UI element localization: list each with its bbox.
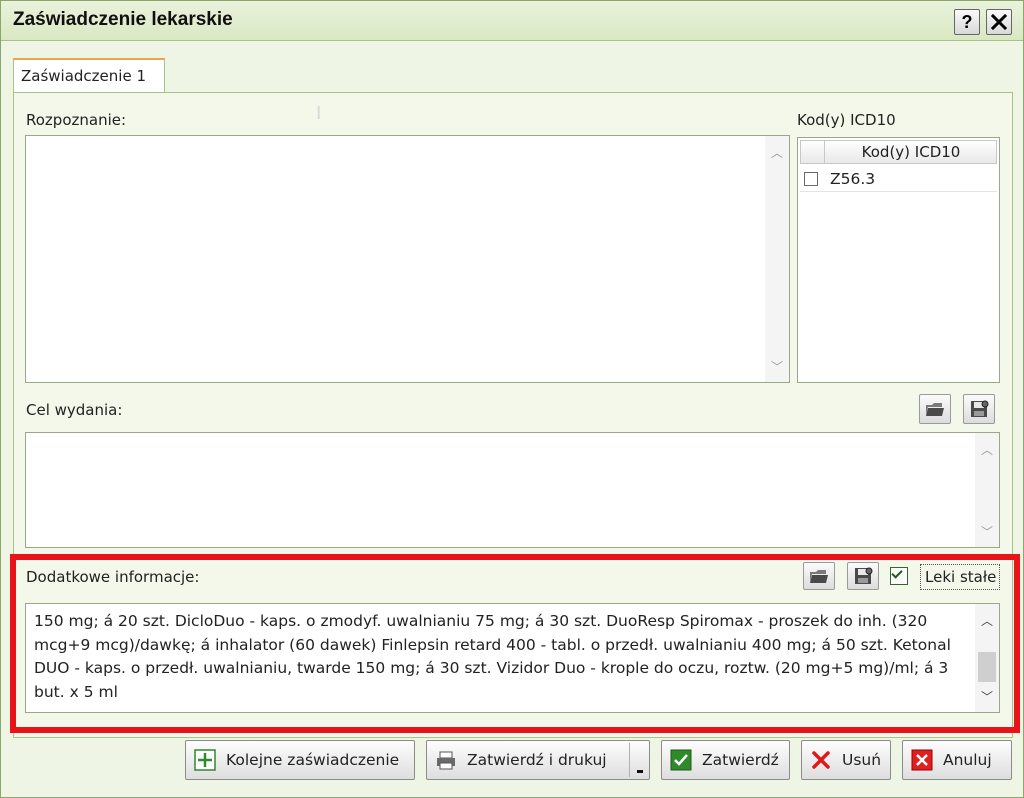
dodatkowe-scrollbar[interactable]: ︿ ﹀ — [975, 604, 999, 712]
text-cursor-icon: I — [316, 103, 322, 124]
dodatkowe-informacje-label: Dodatkowe informacje: — [26, 568, 200, 586]
close-icon — [991, 14, 1007, 30]
help-button[interactable]: ? — [954, 9, 980, 35]
icd10-grid-header: Kod(y) ICD10 — [800, 140, 997, 164]
rozpoznanie-label: Rozpoznanie: — [26, 111, 127, 129]
red-x-icon — [810, 749, 832, 771]
leki-stale-label[interactable]: Leki stałe — [920, 564, 1000, 590]
chevron-down-icon — [637, 770, 643, 773]
tab-zaswiadczenie-1[interactable]: Zaświadczenie 1 — [13, 58, 165, 93]
table-row[interactable]: Z56.3 — [800, 168, 997, 192]
cel-wydania-textarea[interactable]: ︿ ﹀ — [25, 432, 1000, 548]
scroll-up-icon[interactable]: ︿ — [765, 144, 789, 164]
save-icon — [971, 400, 989, 417]
folder-open-icon — [926, 403, 944, 416]
icd10-column-header[interactable]: Kod(y) ICD10 — [825, 143, 997, 161]
dodatkowe-informacje-textarea[interactable]: 150 mg; á 20 szt. DicloDuo - kaps. o zmo… — [25, 603, 1000, 713]
title-bar[interactable]: Zaświadczenie lekarskie ? — [1, 1, 1023, 41]
header-check-cell — [801, 141, 825, 163]
icd10-label: Kod(y) ICD10 — [797, 111, 896, 129]
scroll-down-icon[interactable]: ﹀ — [765, 358, 789, 378]
window-title: Zaświadczenie lekarskie — [13, 9, 233, 30]
cel-save-button[interactable] — [963, 394, 995, 424]
zatwierdz-drukuj-label: Zatwierdź i drukuj — [467, 751, 607, 769]
print-options-dropdown[interactable] — [629, 743, 649, 777]
usun-button[interactable]: Usuń — [801, 740, 891, 780]
dialog-window: Zaświadczenie lekarskie ? Zaświadczenie … — [0, 0, 1024, 798]
dodatkowe-open-button[interactable] — [803, 562, 835, 590]
rozpoznanie-scrollbar[interactable]: ︿ ﹀ — [765, 136, 789, 382]
cel-wydania-label: Cel wydania: — [26, 401, 123, 419]
tab-label: Zaświadczenie 1 — [21, 67, 146, 85]
help-icon: ? — [961, 11, 973, 32]
zatwierdz-i-drukuj-button[interactable]: Zatwierdź i drukuj — [426, 740, 650, 780]
scroll-up-icon[interactable]: ︿ — [975, 612, 999, 632]
save-icon — [855, 567, 873, 584]
scroll-up-icon[interactable]: ︿ — [975, 441, 999, 461]
cancel-icon — [911, 749, 933, 771]
anuluj-label: Anuluj — [943, 751, 992, 769]
folder-open-icon — [810, 570, 828, 583]
icd10-grid[interactable]: Kod(y) ICD10 Z56.3 — [797, 137, 1000, 383]
cel-scrollbar[interactable]: ︿ ﹀ — [975, 433, 999, 547]
checkmark-icon — [670, 749, 692, 771]
dodatkowe-informacje-text: 150 mg; á 20 szt. DicloDuo - kaps. o zmo… — [34, 612, 951, 701]
anuluj-button[interactable]: Anuluj — [902, 740, 1012, 780]
cel-open-button[interactable] — [919, 394, 951, 424]
kolejne-label: Kolejne zaświadczenie — [226, 751, 400, 769]
plus-icon — [194, 749, 216, 771]
close-button[interactable] — [986, 9, 1012, 35]
printer-icon — [435, 749, 457, 771]
usun-label: Usuń — [842, 751, 882, 769]
kolejne-zaswiadczenie-button[interactable]: Kolejne zaświadczenie — [185, 740, 415, 780]
scroll-down-icon[interactable]: ﹀ — [975, 688, 999, 708]
leki-stale-checkbox[interactable] — [890, 567, 908, 585]
icd10-code: Z56.3 — [830, 170, 876, 188]
zatwierdz-button[interactable]: Zatwierdź — [661, 740, 790, 780]
zatwierdz-label: Zatwierdź — [702, 751, 779, 769]
scroll-down-icon[interactable]: ﹀ — [975, 523, 999, 543]
row-checkbox[interactable] — [804, 172, 818, 186]
dodatkowe-save-button[interactable] — [847, 562, 879, 590]
scrollbar-thumb[interactable] — [978, 652, 996, 682]
rozpoznanie-textarea[interactable]: ︿ ﹀ — [25, 135, 790, 383]
